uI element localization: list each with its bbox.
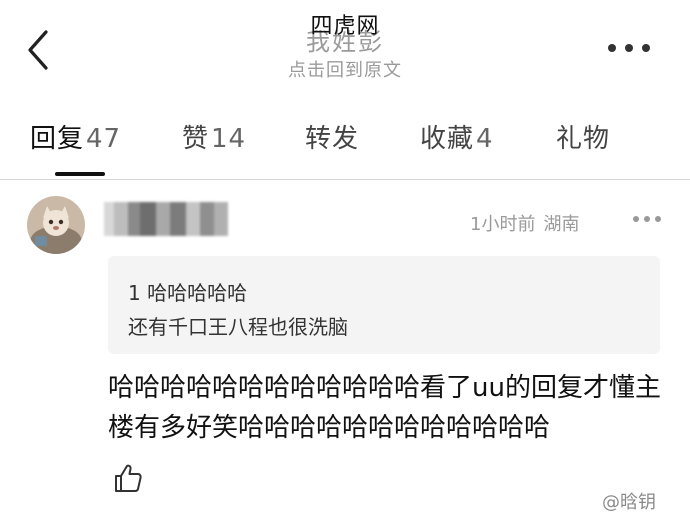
- watermark: @晗钥: [602, 492, 656, 513]
- comment-body: 哈哈哈哈哈哈哈哈哈哈哈哈看了uu的回复才懂主楼有多好笑哈哈哈哈哈哈哈哈哈哈哈哈: [108, 373, 661, 443]
- active-tab-indicator: [55, 172, 105, 176]
- tab-likes[interactable]: 赞14: [182, 118, 246, 155]
- tab-bar: 回复47 赞14 转发 收藏4 礼物: [0, 110, 690, 180]
- comment-options-icon[interactable]: [631, 211, 663, 227]
- tab-label: 赞: [182, 124, 210, 154]
- avatar[interactable]: [27, 196, 85, 254]
- tab-count: 47: [86, 124, 122, 154]
- comment-meta: 1小时前 湖南: [470, 210, 579, 236]
- watermark-title: 四虎网: [310, 14, 380, 39]
- back-to-original-link[interactable]: 点击回到原文: [0, 56, 690, 82]
- quoted-reply-line: 1 哈哈哈哈哈: [128, 281, 248, 305]
- tab-label: 收藏: [420, 124, 475, 154]
- comment-time: 1小时前: [470, 214, 536, 235]
- tab-label: 回复: [30, 124, 85, 154]
- comment-location: 湖南: [543, 214, 580, 235]
- tab-replies[interactable]: 回复47: [30, 118, 121, 155]
- tab-reposts[interactable]: 转发: [305, 118, 359, 155]
- more-icon[interactable]: [606, 38, 652, 58]
- quoted-reply-line: 还有千口王八程也很洗脑: [128, 315, 348, 339]
- tab-gifts[interactable]: 礼物: [556, 118, 610, 155]
- tab-favorites[interactable]: 收藏4: [420, 118, 494, 155]
- username-blurred[interactable]: [104, 202, 228, 236]
- tab-label: 礼物: [556, 124, 611, 154]
- divider: [0, 179, 690, 180]
- tab-count: 14: [211, 124, 247, 154]
- thumbs-up-icon[interactable]: [114, 463, 142, 493]
- tab-count: 4: [476, 124, 494, 154]
- tab-label: 转发: [305, 124, 360, 154]
